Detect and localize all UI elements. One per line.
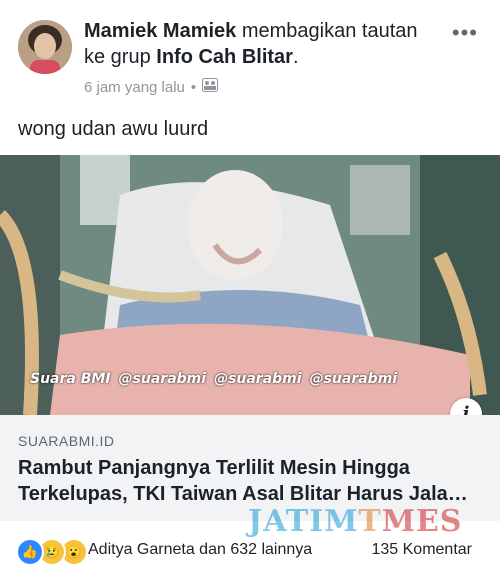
social-watermark: Suara BMI @suarabmi @suarabmi @suarabmi [30,371,397,387]
post-meta: 6 jam yang lalu • [84,78,219,96]
post-time[interactable]: 6 jam yang lalu [84,79,185,96]
publisher-watermark: JATIMTMES [248,504,463,539]
group-privacy-icon [202,78,219,96]
post-image[interactable]: Suara BMI @suarabmi @suarabmi @suarabmi [0,155,500,415]
link-title[interactable]: Rambut Panjangnya Terlilit Mesin Hingga … [18,455,488,507]
social-tag: @suarabmi [309,371,398,387]
social-tag: Suara BMI [30,371,111,387]
post-body: wong udan awu luurd [18,118,209,140]
author-name[interactable]: Mamiek Mamiek [84,20,236,42]
link-title-line1: Rambut Panjangnya Terlilit Mesin Hingga [18,457,410,479]
group-name[interactable]: Info Cah Blitar [156,46,293,68]
reactions-count[interactable]: Aditya Garneta dan 632 lainnya [88,541,312,559]
avatar[interactable] [18,20,72,74]
social-tag: @suarabmi [214,371,302,387]
author-line: Mamiek Mamiek membagikan tautan ke grup … [84,20,418,68]
more-icon[interactable]: ••• [452,20,478,46]
post-header: Mamiek Mamiek membagikan tautan ke grup … [0,0,500,110]
like-reaction-icon: 👍 [16,538,44,566]
reaction-icons[interactable]: 👍 😢 😮 [16,538,88,566]
social-tag: @suarabmi [118,371,207,387]
link-domain: SUARABMI.ID [18,433,115,449]
comments-count[interactable]: 135 Komentar [371,541,472,559]
